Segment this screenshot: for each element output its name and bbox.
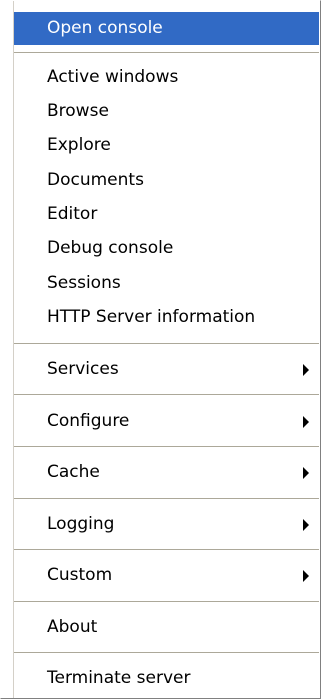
context-menu: Open console Active windows Browse Explo…	[0, 0, 321, 699]
menu-separator	[14, 52, 319, 54]
menu-item-http-server-information[interactable]: HTTP Server information	[14, 301, 319, 334]
menu-separator	[14, 498, 319, 500]
menu-gutter	[1, 1, 14, 698]
menu-item-label: Explore	[47, 135, 111, 155]
menu-item-custom[interactable]: Custom	[14, 559, 319, 592]
menu-item-logging[interactable]: Logging	[14, 508, 319, 541]
submenu-arrow-icon	[303, 363, 309, 376]
menu-item-documents[interactable]: Documents	[14, 164, 319, 197]
submenu-arrow-icon	[303, 415, 309, 428]
menu-item-label: Documents	[47, 170, 144, 190]
menu-item-label: Debug console	[47, 238, 174, 258]
menu-item-label: Editor	[47, 204, 98, 224]
menu-separator	[14, 446, 319, 448]
menu-item-cache[interactable]: Cache	[14, 456, 319, 489]
menu-item-open-console[interactable]: Open console	[14, 12, 319, 45]
menu-item-label: Services	[47, 359, 119, 379]
menu-item-label: Browse	[47, 101, 109, 121]
menu-item-services[interactable]: Services	[14, 353, 319, 386]
menu-item-label: Sessions	[47, 273, 121, 293]
menu-item-label: Logging	[47, 514, 115, 534]
menu-item-explore[interactable]: Explore	[14, 129, 319, 162]
submenu-arrow-icon	[303, 518, 309, 531]
menu-item-about[interactable]: About	[14, 611, 319, 644]
menu-item-debug-console[interactable]: Debug console	[14, 232, 319, 265]
menu-separator	[14, 549, 319, 551]
menu-separator	[14, 652, 319, 654]
menu-separator	[14, 601, 319, 603]
menu-item-configure[interactable]: Configure	[14, 405, 319, 438]
menu-item-terminate-server[interactable]: Terminate server	[14, 662, 319, 695]
menu-item-label: Open console	[47, 18, 163, 38]
menu-item-label: HTTP Server information	[47, 307, 256, 327]
submenu-arrow-icon	[303, 569, 309, 582]
menu-item-label: Active windows	[47, 67, 179, 87]
menu-item-label: Terminate server	[47, 668, 191, 688]
menu-item-browse[interactable]: Browse	[14, 95, 319, 128]
menu-item-label: About	[47, 617, 98, 637]
menu-item-label: Custom	[47, 565, 113, 585]
menu-item-label: Cache	[47, 462, 100, 482]
menu-separator	[14, 394, 319, 396]
submenu-arrow-icon	[303, 466, 309, 479]
menu-item-label: Configure	[47, 411, 130, 431]
menu-item-sessions[interactable]: Sessions	[14, 267, 319, 300]
menu-item-active-windows[interactable]: Active windows	[14, 61, 319, 94]
menu-item-editor[interactable]: Editor	[14, 198, 319, 231]
menu-separator	[14, 343, 319, 345]
